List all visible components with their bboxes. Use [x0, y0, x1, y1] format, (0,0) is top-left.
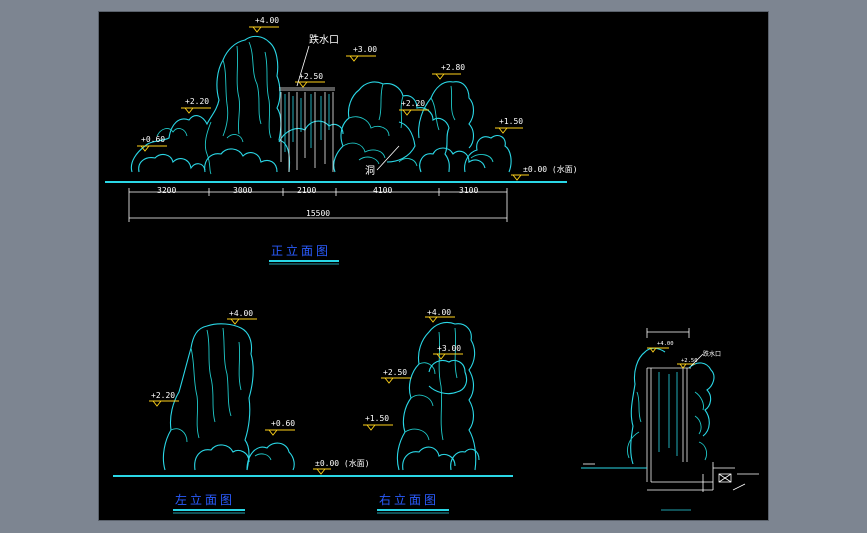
left-level-0-60: +0.60 — [271, 419, 295, 428]
front-level-markers: +4.00 +3.00 +2.80 +2.50 +2.20 +2.20 +1.5… — [137, 16, 578, 181]
right-elevation: +4.00 +3.00 +2.50 +1.50 ±0.00 (水面) 右立面图 — [313, 308, 480, 514]
dim-4100: 4100 — [373, 186, 392, 195]
drawing-svg: +4.00 +3.00 +2.80 +2.50 +2.20 +2.20 +1.5… — [105, 16, 759, 514]
dim-2100: 2100 — [297, 186, 316, 195]
dim-3100: 3100 — [459, 186, 478, 195]
level-3-00: +3.00 — [353, 45, 377, 54]
right-level-2-50: +2.50 — [383, 368, 407, 377]
level-2-50: +2.50 — [299, 72, 323, 81]
level-0-60: +0.60 — [141, 135, 165, 144]
water-level-elevations: ±0.00 (水面) — [315, 458, 370, 468]
left-elevation: +4.00 +2.20 +0.60 左立面图 — [149, 309, 295, 514]
section-view: +4.00 +2.50 跌水口 — [581, 328, 759, 511]
front-waterfall — [279, 87, 335, 172]
level-1-50: +1.50 — [499, 117, 523, 126]
dim-total-15500: 15500 — [306, 209, 330, 218]
cad-drawing-canvas: +4.00 +3.00 +2.80 +2.50 +2.20 +2.20 +1.5… — [99, 12, 768, 520]
level-2-20-right: +2.20 — [401, 99, 425, 108]
water-level-front: ±0.00 (水面) — [523, 164, 578, 174]
front-elevation-title: 正立面图 — [271, 243, 331, 258]
right-level-4-00: +4.00 — [427, 308, 451, 317]
dim-3000: 3000 — [233, 186, 252, 195]
dim-3200: 3200 — [157, 186, 176, 195]
front-elevation: +4.00 +3.00 +2.80 +2.50 +2.20 +2.20 +1.5… — [105, 16, 578, 265]
front-dimensions: 3200 3000 2100 4100 3100 15500 — [128, 186, 508, 222]
cave-label: 洞 — [365, 165, 375, 177]
section-level-4-00: +4.00 — [657, 341, 674, 347]
right-level-1-50: +1.50 — [365, 414, 389, 423]
level-2-20-left: +2.20 — [185, 97, 209, 106]
left-elevation-title: 左立面图 — [175, 492, 235, 507]
left-level-2-20: +2.20 — [151, 391, 175, 400]
section-outlet-label: 跌水口 — [703, 350, 721, 358]
level-2-80: +2.80 — [441, 63, 465, 72]
section-level-2-50: +2.50 — [681, 358, 698, 364]
level-4-00: +4.00 — [255, 16, 279, 25]
waterfall-outlet-label: 跌水口 — [309, 33, 339, 46]
right-elevation-title: 右立面图 — [379, 492, 439, 507]
right-level-3-00: +3.00 — [437, 344, 461, 353]
left-level-4-00: +4.00 — [229, 309, 253, 318]
left-rockery — [162, 323, 295, 471]
